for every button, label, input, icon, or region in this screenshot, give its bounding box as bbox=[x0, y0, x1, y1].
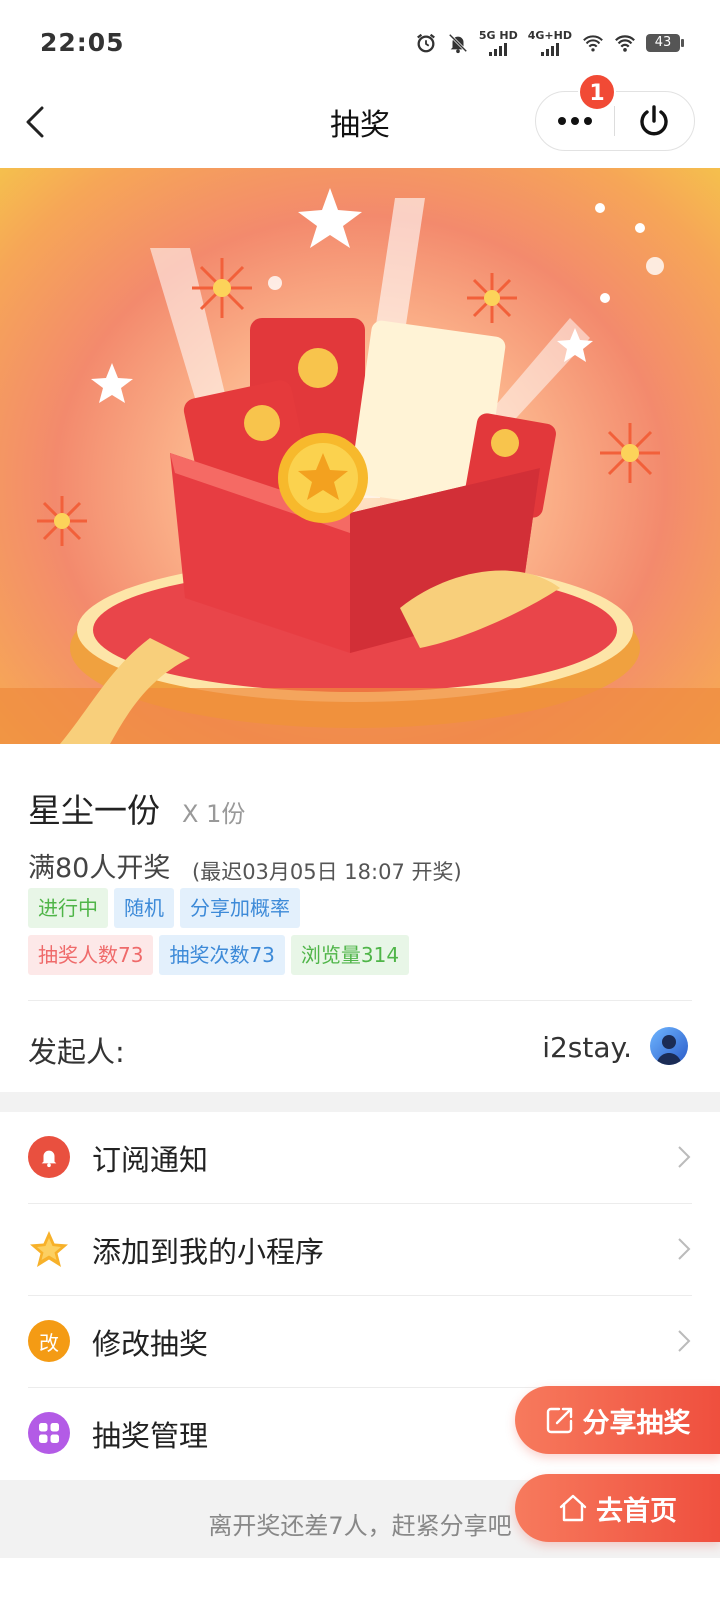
gift-box-illustration bbox=[0, 188, 720, 744]
section-gap bbox=[0, 1092, 720, 1112]
tag-views: 浏览量314 bbox=[290, 935, 410, 975]
share-icon bbox=[546, 1407, 572, 1434]
home-icon bbox=[559, 1494, 587, 1522]
status-icons: 5G HD 4G+HD 43 bbox=[415, 30, 684, 56]
chevron-right-icon bbox=[678, 1238, 691, 1260]
status-bar: 22:05 5G HD 4G+HD 43 bbox=[0, 0, 720, 80]
wifi-icon bbox=[615, 35, 635, 52]
prize-quantity: X 1份 bbox=[182, 800, 246, 828]
net2-label: 4G+HD bbox=[527, 29, 572, 42]
home-button-label: 去首页 bbox=[596, 1495, 677, 1527]
list-item-edit-lottery[interactable]: 改 修改抽奖 bbox=[0, 1296, 720, 1388]
prize-banner-image bbox=[0, 168, 720, 744]
prize-name: 星尘一份 bbox=[28, 791, 160, 830]
list-item-label: 修改抽奖 bbox=[92, 1327, 209, 1361]
grid-icon bbox=[28, 1412, 70, 1454]
list-item-add-miniprogram[interactable]: 添加到我的小程序 bbox=[0, 1204, 720, 1296]
draw-deadline: (最迟03月05日 18:07 开奖) bbox=[192, 860, 462, 884]
list-item-label: 订阅通知 bbox=[92, 1143, 209, 1177]
tag-draws: 抽奖次数73 bbox=[159, 935, 285, 975]
tag-mode: 随机 bbox=[114, 888, 174, 928]
draw-condition: 满80人开奖 bbox=[28, 853, 171, 884]
share-button-label: 分享抽奖 bbox=[582, 1407, 691, 1439]
avatar-person-icon bbox=[656, 1035, 682, 1065]
notification-badge: 1 bbox=[578, 73, 616, 111]
status-tags: 进行中 随机 分享加概率 bbox=[28, 888, 300, 928]
chevron-right-icon bbox=[678, 1146, 691, 1168]
tag-share-bonus: 分享加概率 bbox=[180, 888, 300, 928]
signal-5g-icon: 5G HD bbox=[479, 30, 518, 56]
close-miniprogram-button[interactable] bbox=[615, 92, 693, 150]
share-tip-text: 离开奖还差7人，赶紧分享吧 bbox=[208, 1512, 512, 1540]
tag-status: 进行中 bbox=[28, 888, 108, 928]
power-icon bbox=[640, 105, 668, 136]
nav-bar: 抽奖 1 bbox=[0, 73, 720, 168]
battery-icon: 43 bbox=[646, 34, 684, 52]
signal-4g-icon: 4G+HD bbox=[528, 30, 572, 56]
list-item-label: 添加到我的小程序 bbox=[92, 1235, 325, 1269]
initiator-label: 发起人: bbox=[28, 1035, 125, 1069]
star-icon bbox=[28, 1228, 70, 1270]
chevron-right-icon bbox=[678, 1330, 691, 1352]
initiator-name[interactable]: i2stay. bbox=[542, 1031, 632, 1064]
miniprogram-capsule: 1 bbox=[535, 73, 695, 151]
share-lottery-button[interactable]: 分享抽奖 bbox=[515, 1386, 720, 1454]
avatar[interactable] bbox=[650, 1027, 688, 1065]
status-time: 22:05 bbox=[40, 28, 125, 57]
stats-tags: 抽奖人数73 抽奖次数73 浏览量314 bbox=[28, 935, 410, 975]
bell-icon bbox=[28, 1136, 70, 1178]
edit-icon: 改 bbox=[28, 1320, 70, 1362]
divider bbox=[28, 1000, 692, 1001]
net1-label: 5G HD bbox=[478, 29, 518, 42]
wifi-plus-icon bbox=[583, 35, 603, 52]
home-button[interactable]: 去首页 bbox=[515, 1474, 720, 1542]
prize-info-card: 星尘一份 X 1份 满80人开奖 (最迟03月05日 18:07 开奖) 进行中… bbox=[0, 744, 720, 1092]
more-dots-icon bbox=[558, 117, 592, 125]
alarm-icon bbox=[416, 33, 435, 53]
list-item-label: 抽奖管理 bbox=[92, 1419, 209, 1453]
tag-participants: 抽奖人数73 bbox=[28, 935, 154, 975]
mute-bell-icon bbox=[448, 33, 468, 54]
list-item-subscribe[interactable]: 订阅通知 bbox=[0, 1112, 720, 1204]
